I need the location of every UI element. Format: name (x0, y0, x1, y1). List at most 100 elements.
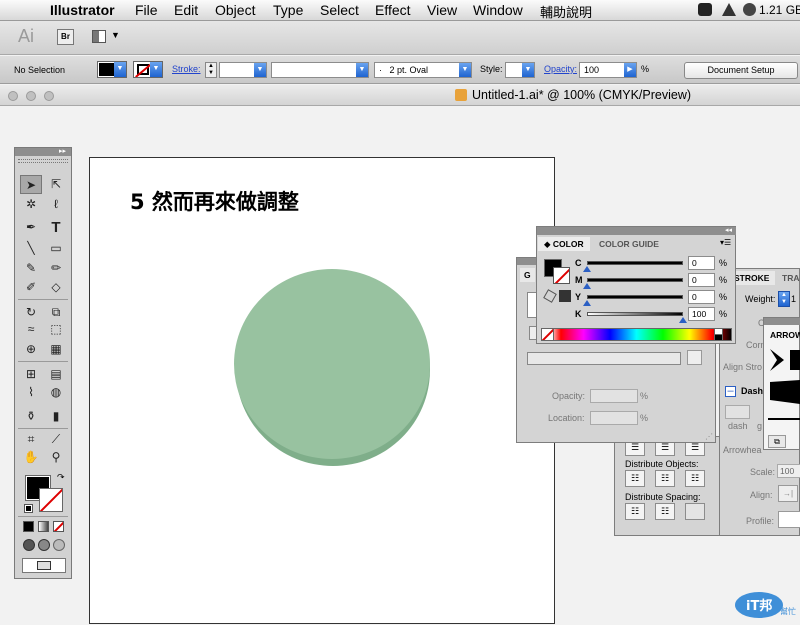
tab-gradient[interactable]: G (520, 268, 535, 282)
camera-icon[interactable] (698, 3, 712, 16)
paintbrush-tool-icon[interactable]: ✎ (20, 259, 42, 278)
distribute-vertical-space-icon[interactable]: ☷ (625, 503, 645, 520)
menu-help[interactable]: 輔助說明 (540, 2, 592, 21)
magic-wand-tool-icon[interactable]: ✲ (20, 195, 42, 214)
gradient-mode-icon[interactable] (38, 521, 49, 532)
gradient-opacity-field[interactable] (590, 389, 638, 403)
profile-select[interactable] (778, 511, 800, 528)
variable-width-profile-select[interactable]: ▼ (271, 62, 369, 78)
green-circle-shape[interactable] (228, 268, 438, 473)
blend-tool-icon[interactable]: ◍ (45, 383, 67, 402)
tab-color-guide[interactable]: COLOR GUIDE (593, 237, 665, 251)
channel-slider-y[interactable] (587, 295, 683, 299)
zoom-tool-icon[interactable]: ⚲ (45, 448, 67, 467)
slice-tool-icon[interactable]: ⟋ (45, 430, 67, 449)
tools-grip[interactable] (18, 159, 68, 163)
distribute-top-icon[interactable]: ☷ (625, 470, 645, 487)
stroke-weight-stepper[interactable]: ▲ ▼ (205, 62, 217, 78)
collapse-icon[interactable]: ◂◂ (725, 226, 732, 234)
stroke-link[interactable]: Stroke: (172, 64, 201, 74)
stroke-swatch[interactable] (39, 488, 63, 512)
menu-object[interactable]: Object (215, 2, 255, 18)
draw-inside-icon[interactable] (53, 539, 65, 551)
channel-slider-c[interactable] (587, 261, 683, 265)
channel-value-c[interactable]: 0 (688, 256, 715, 270)
arrowhead-none-option[interactable] (768, 418, 800, 420)
tab-transparency[interactable]: TRA (776, 271, 800, 285)
line-tool-icon[interactable]: ╲ (20, 239, 42, 258)
swap-fill-stroke-icon[interactable]: ↷ (57, 472, 65, 483)
scale-field[interactable]: 100 (777, 464, 800, 478)
default-fill-stroke-icon[interactable] (24, 504, 33, 513)
draw-behind-icon[interactable] (38, 539, 50, 551)
menu-app-name[interactable]: Illustrator (50, 2, 115, 18)
weight-stepper[interactable]: ▲ ▼ (778, 291, 790, 307)
graphic-style-select[interactable]: ▼ (505, 62, 535, 78)
lasso-tool-icon[interactable]: ℓ (45, 195, 67, 214)
none-color-icon[interactable] (541, 328, 554, 341)
document-setup-button[interactable]: Document Setup (684, 62, 798, 79)
zoom-window-button[interactable] (44, 91, 54, 101)
chevron-down-icon[interactable]: ▼ (459, 63, 471, 77)
chevron-down-icon[interactable]: ▼ (150, 62, 162, 77)
arrow-align-button[interactable]: →| (778, 485, 798, 502)
gradient-location-field[interactable] (590, 411, 638, 425)
screen-mode-button[interactable] (22, 558, 66, 573)
color-spectrum[interactable] (541, 328, 732, 341)
channel-value-k[interactable]: 100 (688, 307, 715, 321)
chevron-right-icon[interactable]: ▶ (624, 63, 636, 77)
selection-tool-icon[interactable]: ➤ (20, 175, 42, 194)
color-mode-icon[interactable] (23, 521, 34, 532)
out-of-gamut-icon[interactable] (543, 289, 557, 303)
blob-brush-tool-icon[interactable]: ✐ (20, 278, 42, 297)
menu-select[interactable]: Select (320, 2, 359, 18)
menu-window[interactable]: Window (473, 2, 523, 18)
arrowhead-option[interactable] (768, 346, 800, 376)
channel-slider-handle-k[interactable] (679, 317, 687, 323)
pen-tool-icon[interactable]: ✒ (20, 218, 42, 237)
shape-builder-tool-icon[interactable]: ⊕ (20, 340, 42, 359)
hand-tool-icon[interactable]: ✋ (20, 448, 42, 467)
draw-normal-icon[interactable] (23, 539, 35, 551)
type-tool-icon[interactable]: T (45, 218, 67, 237)
panel-menu-icon[interactable]: ▾☰ (720, 238, 731, 247)
rectangle-tool-icon[interactable]: ▭ (45, 239, 67, 258)
artboard-tool-icon[interactable]: ⌗ (20, 430, 42, 449)
opacity-link[interactable]: Opacity: (544, 64, 577, 74)
dashed-line-checkbox[interactable]: – (725, 386, 736, 397)
column-graph-tool-icon[interactable]: ▮ (45, 407, 67, 426)
drive-icon[interactable] (722, 3, 736, 16)
arrowhead-option[interactable] (768, 378, 800, 406)
chevron-down-icon[interactable]: ▼ (522, 63, 534, 77)
distribute-horizontal-space-icon[interactable]: ☷ (655, 503, 675, 520)
distribute-center-icon[interactable]: ☷ (655, 470, 675, 487)
menu-type[interactable]: Type (273, 2, 303, 18)
arrowhead-library-button[interactable]: ⧉ (768, 435, 786, 448)
direct-selection-tool-icon[interactable]: ⇱ (45, 175, 67, 194)
dash-field[interactable] (725, 405, 750, 419)
distribute-bottom-icon[interactable]: ☷ (685, 470, 705, 487)
eyedropper-tool-icon[interactable]: ⌇ (20, 383, 42, 402)
channel-value-m[interactable]: 0 (688, 273, 715, 287)
black-color-swatch[interactable] (714, 334, 723, 341)
tab-arrowheads[interactable]: ARROW (766, 328, 800, 342)
color-panel-header[interactable] (537, 227, 736, 235)
resize-grip-icon[interactable]: ⋰ (705, 432, 713, 441)
perspective-grid-tool-icon[interactable]: ▦ (45, 340, 67, 359)
channel-slider-handle-y[interactable] (583, 300, 591, 306)
minimize-window-button[interactable] (26, 91, 36, 101)
channel-value-y[interactable]: 0 (688, 290, 715, 304)
none-mode-icon[interactable] (53, 521, 64, 532)
width-tool-icon[interactable]: ≈ (20, 320, 42, 339)
opacity-field[interactable]: 100 ▶ (579, 62, 637, 78)
brush-definition-select[interactable]: · 2 pt. Oval ▼ (374, 62, 472, 78)
menu-view[interactable]: View (427, 2, 457, 18)
menu-edit[interactable]: Edit (174, 2, 198, 18)
fill-color-swatch[interactable]: ▼ (97, 61, 127, 78)
symbol-sprayer-tool-icon[interactable]: ⚱ (20, 407, 42, 426)
mesh-tool-icon[interactable]: ⊞ (20, 365, 42, 384)
stroke-weight-field[interactable]: ▼ (219, 62, 267, 78)
arrowheads-panel-header[interactable] (764, 318, 800, 325)
chevron-down-icon[interactable]: ▼ (114, 62, 126, 77)
bridge-button[interactable]: Br (57, 29, 74, 45)
